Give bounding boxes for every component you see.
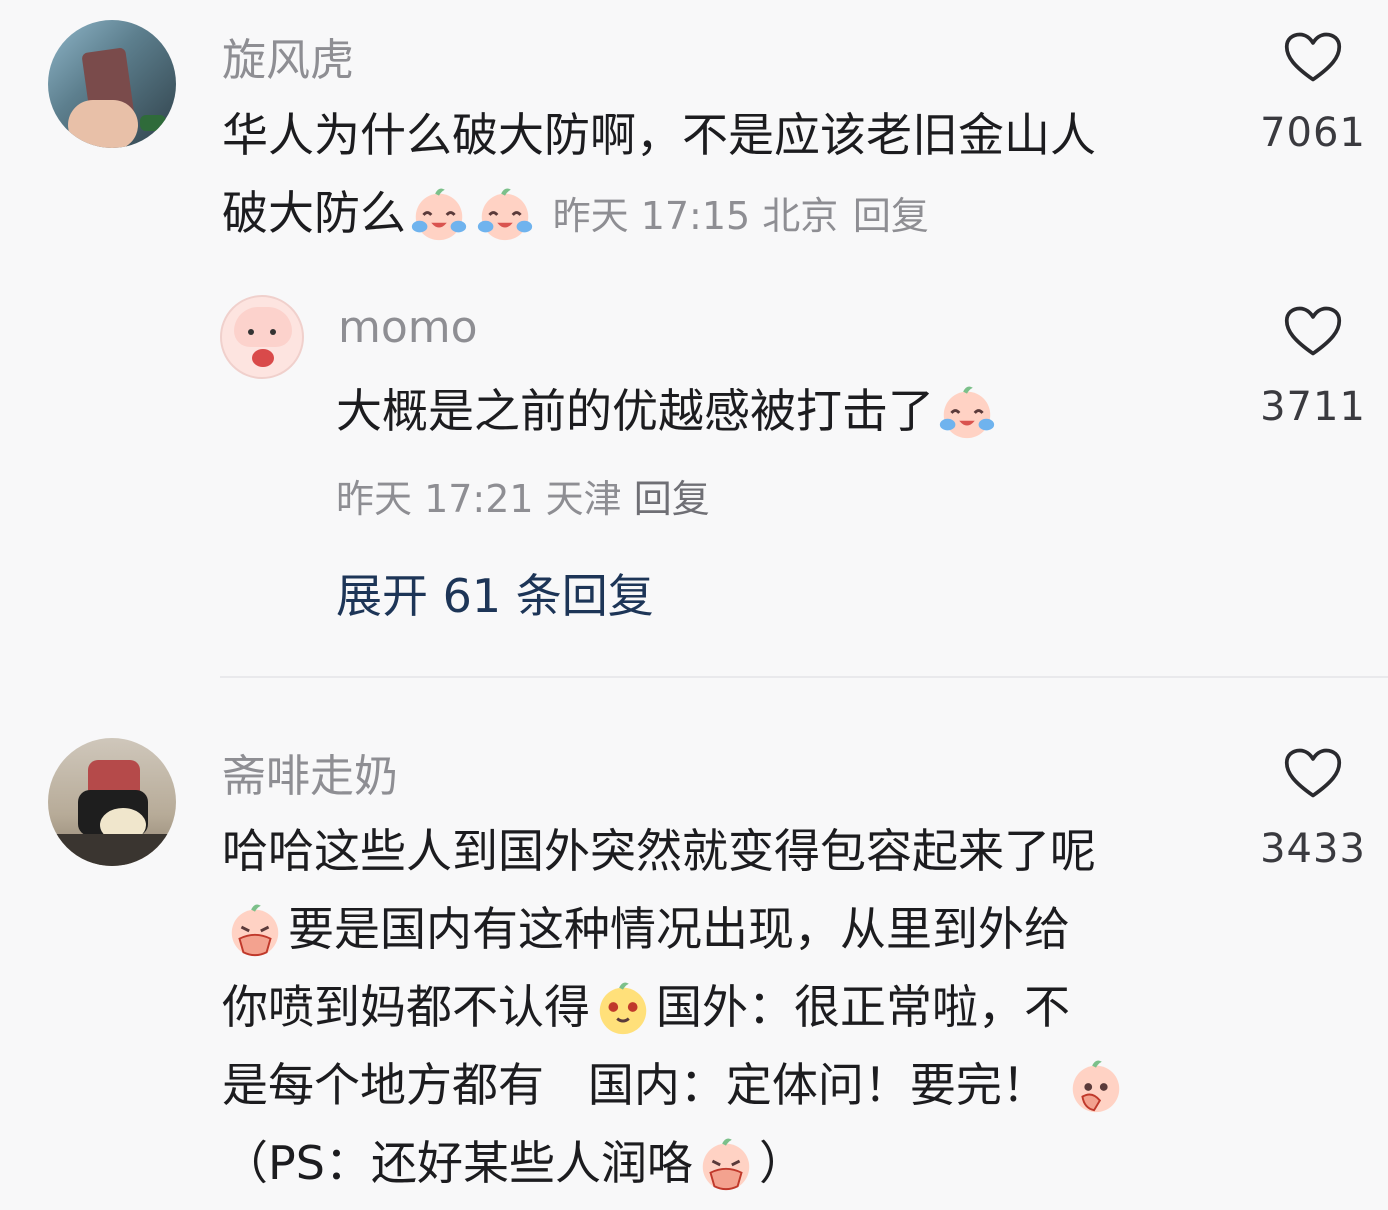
comment-text-fragment: 你喷到妈都不认得 <box>222 980 590 1034</box>
comment-text-fragment: 是每个地方都有 国内：定体问！要完！ <box>222 1058 1048 1112</box>
comment-text: 华人为什么破大防啊，不是应该老旧金山人 破大防么 昨天 17:15 北京 回复 <box>222 96 1232 255</box>
laugh-cry-emoji-icon <box>408 182 470 244</box>
username[interactable]: momo <box>338 302 478 353</box>
comment-text: 大概是之前的优越感被打击了 <box>336 372 1216 450</box>
comment-text-fragment: 破大防么 <box>222 186 406 240</box>
like-count: 3433 <box>1260 826 1366 872</box>
username[interactable]: 斋啡走奶 <box>222 740 398 804</box>
like-button[interactable]: 3433 <box>1248 746 1378 872</box>
like-count: 7061 <box>1260 110 1366 156</box>
username[interactable]: 旋风虎 <box>222 24 354 88</box>
comment-text-line: （PS：还好某些人润咯 ） <box>222 1124 1232 1202</box>
comment-text-fragment: ） <box>758 1136 805 1190</box>
avatar[interactable] <box>48 738 176 866</box>
cover-mouth-emoji-icon <box>695 1132 757 1194</box>
smug-emoji-icon <box>592 976 654 1038</box>
laugh-cry-emoji-icon <box>936 380 998 442</box>
comment-text-line: 要是国内有这种情况出现，从里到外给 <box>222 890 1232 968</box>
reply-button[interactable]: 回复 <box>853 194 929 238</box>
comment-text-fragment: （PS：还好某些人润咯 <box>222 1136 693 1190</box>
comment-text-fragment: 国外：很正常啦，不 <box>656 980 1070 1034</box>
comment-text-fragment: 大概是之前的优越感被打击了 <box>336 384 934 438</box>
laugh-cry-emoji-icon <box>474 182 536 244</box>
like-button[interactable]: 7061 <box>1248 30 1378 156</box>
comment-text-line: 哈哈这些人到国外突然就变得包容起来了呢 <box>222 824 1096 878</box>
like-count: 3711 <box>1260 384 1366 430</box>
heart-outline-icon[interactable] <box>1283 30 1343 84</box>
like-button[interactable]: 3711 <box>1248 304 1378 430</box>
comment-text: 哈哈这些人到国外突然就变得包容起来了呢 要是国内有这种情况出现，从里到外给 你喷… <box>222 812 1232 1202</box>
comment-meta: 昨天 17:15 北京 <box>552 194 839 238</box>
comment-text-line: 是每个地方都有 国内：定体问！要完！ <box>222 1046 1232 1124</box>
comment-divider <box>220 676 1388 678</box>
comment-meta-row: 昨天 17:21 天津 回复 <box>336 468 710 523</box>
cover-mouth-emoji-icon <box>224 898 286 960</box>
heart-outline-icon[interactable] <box>1283 304 1343 358</box>
heart-outline-icon[interactable] <box>1283 746 1343 800</box>
expand-replies-button[interactable]: 展开 61 条回复 <box>336 560 654 626</box>
reply-button[interactable]: 回复 <box>634 477 710 521</box>
comment-text-line: 华人为什么破大防啊，不是应该老旧金山人 <box>222 108 1096 162</box>
facepalm-emoji-icon <box>1065 1054 1127 1116</box>
comment-meta: 昨天 17:21 天津 <box>336 477 622 521</box>
comment-text-fragment: 要是国内有这种情况出现，从里到外给 <box>288 902 1070 956</box>
comment-text-line: 破大防么 昨天 17:15 北京 回复 <box>222 174 1232 255</box>
comment-text-line: 你喷到妈都不认得 国外：很正常啦，不 <box>222 968 1232 1046</box>
avatar[interactable] <box>220 295 304 379</box>
avatar[interactable] <box>48 20 176 148</box>
